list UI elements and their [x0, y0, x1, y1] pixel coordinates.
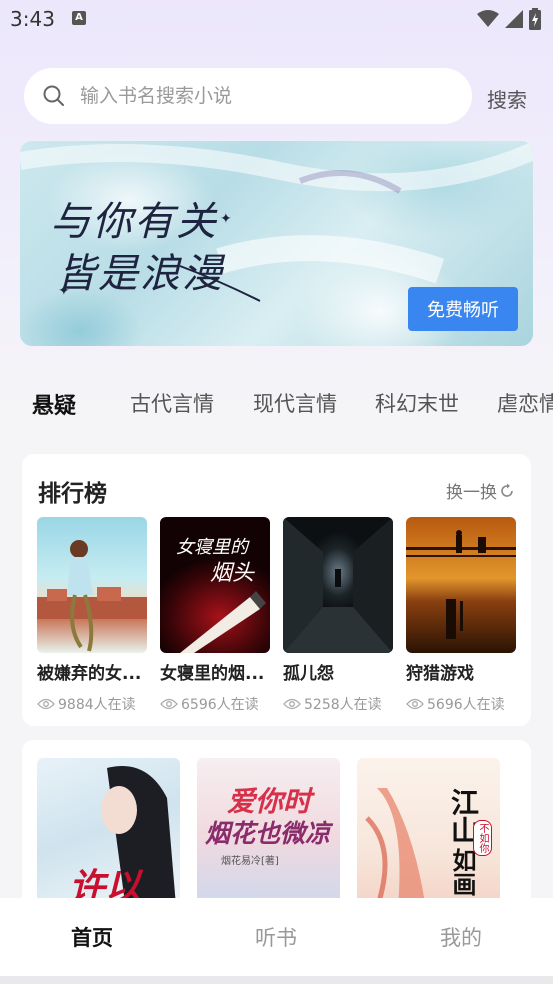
eye-icon — [283, 698, 301, 710]
tab-modern-romance[interactable]: 现代言情 — [253, 388, 337, 418]
cover-badge-text: 不如你 — [473, 820, 492, 856]
book-item[interactable]: 女寝里的 烟头 女寝里的烟... 6596人在读 — [160, 517, 270, 714]
book-item[interactable]: 狩猎游戏 5696人在读 — [406, 517, 516, 714]
nav-profile[interactable]: 我的 — [440, 922, 482, 952]
reader-count-text: 5258人在读 — [304, 697, 382, 713]
refresh-label: 换一换 — [446, 483, 497, 503]
eye-icon — [160, 698, 178, 710]
book-cover[interactable]: 女寝里的 烟头 — [160, 517, 270, 653]
status-icons — [477, 8, 541, 30]
search-button[interactable]: 搜索 — [487, 84, 527, 113]
status-time: 3:43 — [10, 7, 55, 31]
wifi-icon — [477, 10, 499, 27]
banner-headline-2: 皆是浪漫 — [56, 251, 224, 297]
reader-count: 6596人在读 — [160, 694, 270, 714]
refresh-icon — [501, 483, 513, 497]
book-cover[interactable] — [283, 517, 393, 653]
refresh-button[interactable]: 换一换 — [446, 478, 515, 503]
cover-author-text: 烟花易冷[著] — [221, 856, 279, 867]
signal-icon — [505, 10, 523, 28]
reader-count: 5696人在读 — [406, 694, 516, 714]
corridor-illustration — [283, 517, 393, 653]
silhouette-illustration — [406, 530, 516, 639]
ranking-title: 排行榜 — [38, 481, 107, 507]
tab-suspense[interactable]: 悬疑 — [32, 388, 76, 420]
reader-count-text: 5696人在读 — [427, 697, 505, 713]
reader-count-text: 6596人在读 — [181, 697, 259, 713]
battery-charging-icon — [529, 8, 541, 30]
cover-title-text: 烟花也微凉 — [205, 819, 331, 848]
book-title: 孤儿怨 — [283, 664, 334, 684]
sparkle-icon: ✦ — [220, 211, 232, 227]
cover-illustration — [37, 540, 147, 652]
book-title: 女寝里的烟... — [160, 664, 265, 684]
status-bar: 3:43 A — [0, 0, 553, 40]
banner-headline-1: 与你有关 — [50, 199, 218, 245]
book-item[interactable]: 被嫌弃的女... 9884人在读 — [37, 517, 147, 714]
book-cover[interactable]: 许以 — [37, 758, 180, 918]
book-cover[interactable] — [37, 517, 147, 653]
book-title: 被嫌弃的女... — [37, 664, 142, 684]
category-tabs: 悬疑 古代言情 现代言情 科幻末世 虐恋情 — [0, 388, 553, 424]
book-cover[interactable] — [406, 517, 516, 653]
cover-title-text: 如画 — [448, 848, 477, 896]
nav-home[interactable]: 首页 — [71, 922, 113, 952]
tab-sad-romance[interactable]: 虐恋情 — [497, 388, 553, 418]
search-box — [24, 68, 472, 124]
tab-scifi[interactable]: 科幻末世 — [375, 388, 459, 418]
nav-audiobooks[interactable]: 听书 — [255, 922, 297, 952]
bottom-nav: 首页 听书 我的 — [0, 898, 553, 976]
cigarette-illustration — [180, 591, 266, 653]
ranking-card: 排行榜 换一换 被嫌弃的女... 9884人在读 女寝里的 烟头 女寝里的烟..… — [22, 454, 531, 726]
reader-count: 5258人在读 — [283, 694, 393, 714]
free-listen-button[interactable]: 免费畅听 — [408, 287, 518, 331]
eye-icon — [37, 698, 55, 710]
book-item[interactable]: 孤儿怨 5258人在读 — [283, 517, 393, 714]
eye-icon — [406, 698, 424, 710]
system-nav-bar — [0, 976, 553, 984]
reader-count-text: 9884人在读 — [58, 697, 136, 713]
promo-banner[interactable]: 与你有关 皆是浪漫 ✦ ✦ 免费畅听 — [20, 141, 533, 346]
reader-count: 9884人在读 — [37, 694, 147, 714]
book-cover[interactable]: 江山 如画 不如你 — [357, 758, 500, 918]
sparkle-icon: ✦ — [58, 283, 70, 299]
search-input[interactable] — [80, 85, 420, 107]
book-cover[interactable]: 爱你时 烟花也微凉 烟花易冷[著] — [197, 758, 340, 918]
book-title: 狩猎游戏 — [406, 664, 474, 684]
a-icon: A — [72, 11, 86, 25]
search-icon — [43, 85, 64, 106]
tab-ancient-romance[interactable]: 古代言情 — [130, 388, 214, 418]
